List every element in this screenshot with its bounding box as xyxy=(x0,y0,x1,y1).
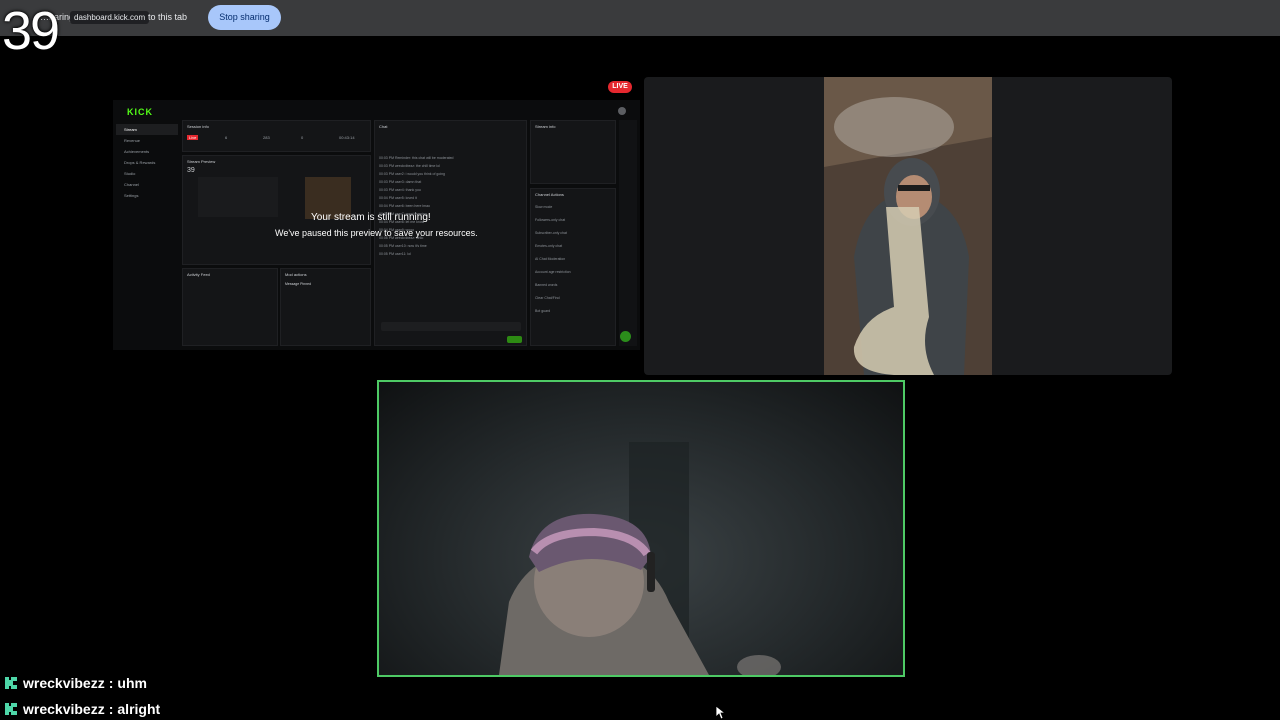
session-status-badge: Live xyxy=(187,135,199,140)
chat-text: alright xyxy=(117,701,161,717)
kick-badge-icon xyxy=(4,702,18,716)
dashboard-nav: Stream Revenue Achievements Drops & Rewa… xyxy=(116,124,178,201)
channel-actions-panel: Channel Actions Slow mode Followers-only … xyxy=(530,188,616,346)
avatar[interactable] xyxy=(618,107,626,115)
chat-message: wreckvibezz : uhm xyxy=(4,670,404,696)
mod-actions-title: Mod actions xyxy=(285,272,307,277)
channel-action-item[interactable]: Followers-only chat xyxy=(535,214,611,226)
session-stat-2: 283 xyxy=(263,135,270,140)
preview-screen-thumbnail xyxy=(198,177,278,217)
dashboard-preview: KICK Stream Revenue Achievements Drops &… xyxy=(113,100,640,350)
session-info-panel: Session info Live 6 283 0 00:43:14 xyxy=(182,120,371,152)
guest-camera-feed xyxy=(644,77,1172,375)
chat-bubble-icon[interactable] xyxy=(620,331,631,342)
sharing-suffix: to this tab xyxy=(148,12,188,22)
kick-logo: KICK xyxy=(127,107,153,117)
dashboard-toolbar xyxy=(619,120,637,346)
chat-text: uhm xyxy=(117,675,147,691)
channel-action-item[interactable]: Bot guard xyxy=(535,305,611,317)
chat-send-button[interactable] xyxy=(507,336,522,343)
host-camera-feed xyxy=(377,380,905,677)
dashboard-chat-line: 00:05 PM user10: now it's time xyxy=(379,244,427,248)
preview-counter: 39 xyxy=(187,167,195,174)
dashboard-chat-line: 00:04 PM user6: been here lmao xyxy=(379,204,430,208)
session-stat-4: 00:43:14 xyxy=(339,135,355,140)
shared-host: dashboard.kick.com xyxy=(70,11,150,24)
dashboard-chat-line: 00:05 PM user11: lol xyxy=(379,252,411,256)
guest-video-image xyxy=(824,77,992,375)
mod-actions-panel: Mod actions Message Pinned xyxy=(280,268,371,346)
nav-item-channel[interactable]: Channel xyxy=(116,179,178,190)
chat-username: wreckvibezz xyxy=(23,675,105,691)
channel-action-item[interactable]: Account age restriction xyxy=(535,266,611,278)
chat-input[interactable] xyxy=(381,322,521,331)
counter-overlay: 39 xyxy=(2,1,60,61)
nav-item-revenue[interactable]: Revenue xyxy=(116,135,178,146)
chat-title: Chat xyxy=(379,124,388,129)
channel-action-item[interactable]: Slow mode xyxy=(535,201,611,213)
live-badge: LIVE xyxy=(608,81,632,93)
guest-video xyxy=(824,77,992,375)
channel-actions-list: Slow mode Followers-only chat Subscriber-o… xyxy=(531,201,615,317)
channel-action-item[interactable]: Banned words xyxy=(535,279,611,291)
chat-lines: 00:03 PM Reminder: this chat will be mod… xyxy=(375,155,526,258)
dashboard-chat-line: 00:03 PM user2: i would you think of goi… xyxy=(379,172,445,176)
stop-sharing-button[interactable]: Stop sharing xyxy=(208,5,281,30)
channel-action-item[interactable]: Subscriber-only chat xyxy=(535,227,611,239)
session-stat-1: 6 xyxy=(225,135,228,140)
dashboard-chat-line: 00:03 PM user3: damn that xyxy=(379,180,422,184)
session-info-title: Session info xyxy=(187,124,209,129)
chat-message: wreckvibezz : alright xyxy=(4,696,404,720)
chat-username: wreckvibezz xyxy=(23,701,105,717)
nav-item-settings[interactable]: Settings xyxy=(116,190,178,201)
tab-sharing-bar: …haring dashboard.kick.com to this tab S… xyxy=(0,0,1280,36)
mod-action-item: Message Pinned xyxy=(285,282,312,286)
channel-actions-title: Channel Actions xyxy=(535,192,564,197)
mouse-cursor-icon xyxy=(715,705,727,720)
host-video-image xyxy=(499,442,781,675)
pinned-message xyxy=(375,132,526,154)
chat-overlay: wreckvibezz : uhm wreckvibezz : alright xyxy=(4,670,404,720)
dashboard-chat-line: 00:03 PM user4: thank you xyxy=(379,188,421,192)
activity-feed-title: Activity Feed xyxy=(187,272,210,277)
dashboard-chat-line: 00:04 PM user5: loved it xyxy=(379,196,417,200)
channel-action-item[interactable]: Clear Chat/Find xyxy=(535,292,611,304)
screen: …haring dashboard.kick.com to this tab S… xyxy=(0,0,1280,720)
nav-item-achievements[interactable]: Achievements xyxy=(116,146,178,157)
chat-separator: : xyxy=(108,675,114,691)
activity-feed-panel: Activity Feed xyxy=(182,268,278,346)
stream-running-message: Your stream is still running! xyxy=(311,212,431,223)
dashboard-chat-line: 00:03 PM wreckvibezz: the chill time lol xyxy=(379,164,440,168)
kick-badge-icon xyxy=(4,676,18,690)
preview-paused-message: We've paused this preview to save your r… xyxy=(275,228,478,238)
channel-action-item[interactable]: AI Chat Moderation xyxy=(535,253,611,265)
nav-item-studio[interactable]: Studio xyxy=(116,168,178,179)
nav-item-drops[interactable]: Drops & Rewards xyxy=(116,157,178,168)
chat-separator: : xyxy=(108,701,114,717)
nav-item-stream[interactable]: Stream xyxy=(116,124,178,135)
session-stat-3: 0 xyxy=(301,135,304,140)
stream-info-title: Stream info xyxy=(535,124,556,129)
channel-action-item[interactable]: Emotes-only chat xyxy=(535,240,611,252)
dashboard-chat-line: 00:03 PM Reminder: this chat will be mod… xyxy=(379,156,454,160)
stream-info-panel: Stream info xyxy=(530,120,616,184)
stream-preview-title: Stream Preview xyxy=(187,159,216,164)
